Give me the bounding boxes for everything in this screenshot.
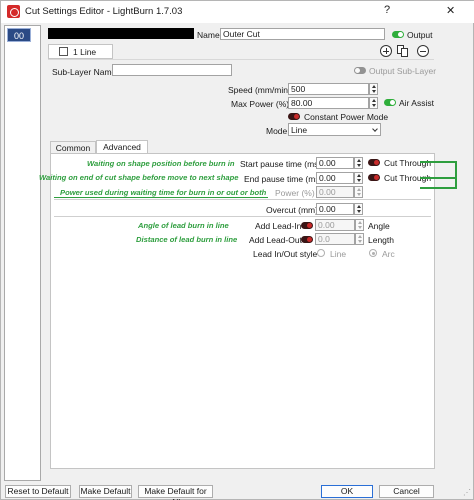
- constant-power-label: Constant Power Mode: [304, 112, 389, 122]
- lead-style-line-label: Line: [330, 249, 347, 259]
- lead-style-arc-radio[interactable]: [369, 249, 377, 257]
- lead-in-input[interactable]: [315, 219, 355, 231]
- cancel-button[interactable]: Cancel: [379, 485, 434, 498]
- add-sublayer-button[interactable]: [380, 45, 392, 57]
- sublayer-checkbox[interactable]: [59, 47, 68, 56]
- pause-power-label: Power (%): [275, 188, 315, 198]
- constant-power-toggle[interactable]: [288, 113, 300, 120]
- layer-color-swatch: [48, 28, 194, 39]
- layer-list[interactable]: 00: [4, 25, 41, 481]
- sublayer-tab-label: 1 Line: [73, 47, 97, 57]
- speed-spinner[interactable]: [369, 83, 378, 95]
- annotation-bracket-mid: [420, 177, 457, 179]
- max-power-spinner[interactable]: [369, 97, 378, 109]
- overcut-label: Overcut (mm): [266, 205, 318, 215]
- window-title: Cut Settings Editor - LightBurn 1.7.03: [25, 6, 183, 17]
- sublayer-name-label: Sub-Layer Name: [52, 67, 117, 77]
- annotation-lead-in: Angle of lead burn in line: [138, 221, 229, 230]
- output-toggle[interactable]: [392, 31, 404, 38]
- overcut-spinner[interactable]: [354, 203, 363, 215]
- end-cut-through-toggle[interactable]: [368, 174, 380, 181]
- sublayer-name-input[interactable]: [112, 64, 232, 76]
- lead-style-label: Lead In/Out style: [253, 249, 318, 259]
- end-pause-spinner[interactable]: [354, 172, 363, 184]
- speed-input[interactable]: [288, 83, 369, 95]
- annotation-lead-out: Distance of lead burn in line: [136, 235, 238, 244]
- remove-sublayer-button[interactable]: [417, 45, 429, 57]
- max-power-input[interactable]: [288, 97, 369, 109]
- air-assist-label: Air Assist: [399, 98, 434, 108]
- lead-out-unit: Length: [368, 235, 394, 245]
- lead-out-input[interactable]: [315, 233, 355, 245]
- mode-label: Mode: [266, 126, 288, 136]
- title-bar: Cut Settings Editor - LightBurn 1.7.03 ?…: [1, 1, 474, 23]
- output-sublayer-toggle[interactable]: [354, 67, 366, 74]
- divider: [54, 216, 431, 217]
- annotation-bracket-bottom: [420, 187, 457, 189]
- pause-power-spinner[interactable]: [354, 186, 363, 198]
- copy-sublayer-icon[interactable]: [397, 45, 409, 57]
- lead-in-label: Add Lead-In: [255, 221, 302, 231]
- ok-button[interactable]: OK: [321, 485, 373, 498]
- annotation-pause-power: Power used during waiting time for burn …: [60, 188, 267, 197]
- mode-value: Line: [291, 125, 308, 135]
- start-pause-label: Start pause time (ms): [240, 159, 322, 169]
- chevron-down-icon: [372, 126, 378, 132]
- name-input[interactable]: [220, 28, 385, 40]
- reset-default-button[interactable]: Reset to Default: [5, 485, 71, 498]
- annotation-bracket-top: [420, 161, 457, 163]
- lead-style-arc-label: Arc: [382, 249, 395, 259]
- end-pause-label: End pause time (ms): [244, 174, 323, 184]
- make-default-all-button[interactable]: Make Default for All: [138, 485, 213, 500]
- divider: [54, 199, 431, 200]
- lead-out-spinner[interactable]: [355, 233, 364, 245]
- mode-select[interactable]: Line: [288, 123, 381, 136]
- lead-in-spinner[interactable]: [355, 219, 364, 231]
- layer-item-00[interactable]: 00: [7, 28, 31, 42]
- lead-out-label: Add Lead-Out: [249, 235, 302, 245]
- end-pause-input[interactable]: [316, 172, 354, 184]
- start-cut-through-toggle[interactable]: [368, 159, 380, 166]
- annotation-start-pause: Waiting on shape position before burn in: [87, 159, 235, 168]
- advanced-panel: [50, 153, 435, 469]
- make-default-button[interactable]: Make Default: [79, 485, 132, 498]
- name-label: Name: [197, 30, 220, 40]
- annotation-bracket-vertical: [455, 161, 457, 189]
- output-label: Output: [407, 30, 433, 40]
- lightburn-app-icon: [7, 5, 20, 18]
- divider: [48, 59, 434, 60]
- start-pause-spinner[interactable]: [354, 157, 363, 169]
- tab-advanced[interactable]: Advanced: [96, 140, 148, 154]
- sublayer-tab[interactable]: 1 Line: [48, 44, 113, 59]
- help-button[interactable]: ?: [384, 4, 390, 16]
- resize-grip-icon[interactable]: ⋰: [463, 488, 471, 497]
- lead-in-toggle[interactable]: [301, 222, 313, 229]
- start-cut-through-label: Cut Through: [384, 158, 432, 168]
- output-sublayer-label: Output Sub-Layer: [369, 66, 437, 76]
- start-pause-input[interactable]: [316, 157, 354, 169]
- max-power-label: Max Power (%): [231, 99, 290, 109]
- cut-settings-window: Cut Settings Editor - LightBurn 1.7.03 ?…: [0, 0, 474, 500]
- air-assist-toggle[interactable]: [384, 99, 396, 106]
- close-button[interactable]: ✕: [446, 4, 455, 17]
- speed-label: Speed (mm/min): [228, 85, 291, 95]
- annotation-end-pause: Waiting on end of cut shape before move …: [39, 173, 239, 182]
- lead-out-toggle[interactable]: [301, 236, 313, 243]
- overcut-input[interactable]: [316, 203, 354, 215]
- pause-power-input[interactable]: [316, 186, 354, 198]
- annotation-underline: [54, 197, 268, 198]
- lead-in-unit: Angle: [368, 221, 390, 231]
- lead-style-line-radio[interactable]: [317, 249, 325, 257]
